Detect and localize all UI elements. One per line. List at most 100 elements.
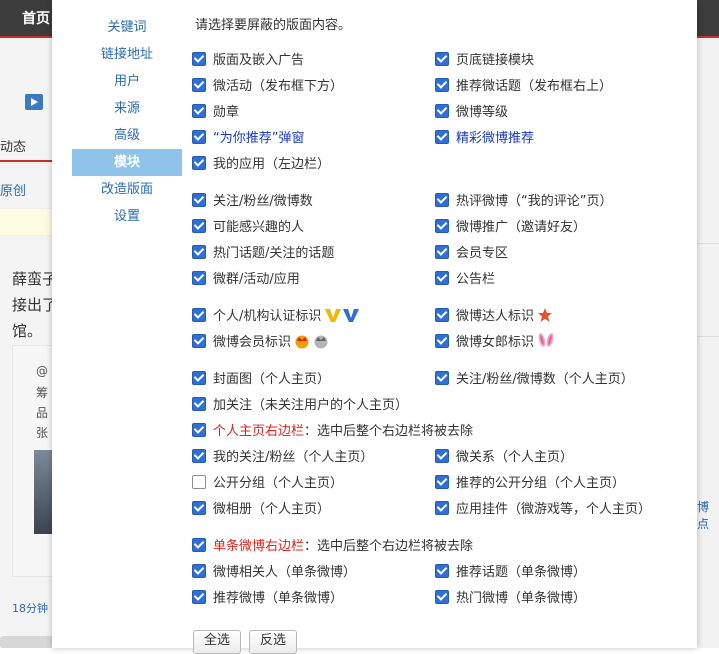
option-row[interactable]: 推荐的公开分组（个人主页）	[435, 474, 625, 494]
select-all-button[interactable]: 全选	[193, 630, 242, 654]
sidebar-item-keywords[interactable]: 关键词	[72, 14, 182, 41]
settings-sidebar: 关键词 链接地址 用户 来源 高级 模块 改造版面 设置	[72, 14, 182, 230]
checkbox[interactable]	[435, 308, 449, 322]
option-row[interactable]: 关注/粉丝/微博数	[192, 192, 313, 212]
checkbox[interactable]	[192, 193, 206, 207]
option-row[interactable]: 精彩微博推荐	[435, 129, 534, 149]
option-row[interactable]: 微关系（个人主页）	[435, 448, 573, 468]
checkbox[interactable]	[435, 193, 449, 207]
checkbox[interactable]	[192, 130, 206, 144]
sidebar-item-restyle[interactable]: 改造版面	[72, 176, 182, 203]
sidebar-item-advanced[interactable]: 高级	[72, 122, 182, 149]
option-row[interactable]: 会员专区	[435, 244, 508, 264]
option-row[interactable]: 页底链接模块	[435, 51, 534, 71]
quote-line: @	[36, 364, 48, 378]
feed-tab[interactable]: 动态	[0, 136, 26, 155]
checkbox[interactable]	[192, 423, 206, 437]
sidebar-item-users[interactable]: 用户	[72, 68, 182, 95]
checkbox[interactable]	[192, 501, 206, 515]
checkbox[interactable]	[192, 538, 206, 552]
checkbox[interactable]	[192, 564, 206, 578]
checkbox[interactable]	[192, 590, 206, 604]
checkbox[interactable]	[435, 371, 449, 385]
option-row[interactable]: 微相册（个人主页）	[192, 500, 330, 520]
option-row[interactable]: 微博会员标识	[192, 333, 330, 353]
option-row[interactable]: 推荐微博（单条微博）	[192, 589, 343, 609]
checkbox[interactable]	[192, 334, 206, 348]
option-label: 微关系（个人主页）	[456, 450, 574, 465]
home-tab[interactable]: 首页	[22, 8, 50, 28]
checkbox[interactable]	[435, 78, 449, 92]
option-row[interactable]: 封面图（个人主页）	[192, 370, 330, 390]
panel-instruction: 请选择要屏蔽的版面内容。	[195, 18, 352, 33]
option-row[interactable]: 推荐话题（单条微博）	[435, 563, 586, 583]
checkbox[interactable]	[192, 219, 206, 233]
checkbox[interactable]	[192, 156, 206, 170]
option-row[interactable]: 热门微博（单条微博）	[435, 589, 586, 609]
option-row[interactable]: 微博推广（邀请好友）	[435, 218, 586, 238]
checkbox[interactable]	[435, 334, 449, 348]
sidebar-item-settings[interactable]: 设置	[72, 203, 182, 230]
sidebar-item-links[interactable]: 链接地址	[72, 41, 182, 68]
section-description: ：选中后整个右边栏将被去除	[304, 424, 474, 439]
option-row[interactable]: 微博女郎标识	[435, 333, 555, 353]
checkbox[interactable]	[192, 78, 206, 92]
option-row[interactable]: 微博达人标识	[435, 307, 553, 327]
option-row[interactable]: 我的应用（左边栏）	[192, 155, 330, 175]
checkbox[interactable]	[192, 475, 206, 489]
option-row[interactable]: 热门话题/关注的话题	[192, 244, 334, 264]
option-row[interactable]: 微活动（发布框下方）	[192, 77, 343, 97]
checkbox[interactable]	[435, 52, 449, 66]
quote-line: 品	[36, 406, 49, 420]
option-row[interactable]: 应用挂件（微游戏等，个人主页）	[435, 500, 651, 520]
checkbox[interactable]	[192, 449, 206, 463]
option-row[interactable]: 版面及嵌入广告	[192, 51, 304, 71]
option-row[interactable]: 个人/机构认证标识	[192, 307, 360, 327]
checkbox[interactable]	[192, 397, 206, 411]
option-row-sidebar-toggle[interactable]: 个人主页右边栏：选中后整个右边栏将被去除	[192, 422, 473, 442]
option-label: 微博等级	[456, 105, 509, 120]
checkbox[interactable]	[435, 564, 449, 578]
sidebar-item-modules[interactable]: 模块	[72, 149, 182, 176]
section-description: ：选中后整个右边栏将被去除	[304, 539, 474, 554]
checkbox[interactable]	[435, 104, 449, 118]
post-timestamp[interactable]: 18分钟	[12, 600, 48, 616]
checkbox[interactable]	[192, 371, 206, 385]
option-row[interactable]: 关注/粉丝/微博数（个人主页）	[435, 370, 634, 390]
checkbox[interactable]	[192, 104, 206, 118]
checkbox[interactable]	[435, 271, 449, 285]
block-settings-dialog: 关键词 链接地址 用户 来源 高级 模块 改造版面 设置 请选择要屏蔽的版面内容…	[52, 0, 697, 654]
right-column-text[interactable]: 博点	[697, 498, 719, 532]
post-thumbnail[interactable]	[34, 450, 52, 534]
checkbox[interactable]	[192, 271, 206, 285]
sidebar-item-sources[interactable]: 来源	[72, 95, 182, 122]
option-row[interactable]: 微博相关人（单条微博）	[192, 563, 356, 583]
option-row-sidebar-toggle[interactable]: 单条微博右边栏：选中后整个右边栏将被去除	[192, 537, 473, 557]
option-row[interactable]: 微群/活动/应用	[192, 270, 300, 290]
checkbox[interactable]	[435, 475, 449, 489]
option-row[interactable]: 热评微博（“我的评论”页）	[435, 192, 612, 212]
option-row[interactable]: 推荐微话题（发布框右上）	[435, 77, 612, 97]
checkbox[interactable]	[435, 590, 449, 604]
option-row[interactable]: “为你推荐”弹窗	[192, 129, 304, 149]
option-row[interactable]: 公告栏	[435, 270, 495, 290]
play-icon[interactable]	[25, 94, 43, 110]
option-row[interactable]: 公开分组（个人主页）	[192, 474, 343, 494]
checkbox[interactable]	[435, 245, 449, 259]
original-filter-link[interactable]: 原创	[0, 180, 26, 199]
checkbox[interactable]	[192, 245, 206, 259]
checkbox[interactable]	[435, 501, 449, 515]
option-row[interactable]: 勋章	[192, 103, 239, 123]
checkbox[interactable]	[435, 449, 449, 463]
option-row[interactable]: 可能感兴趣的人	[192, 218, 304, 238]
invert-selection-button[interactable]: 反选	[249, 630, 298, 654]
option-label: 应用挂件（微游戏等，个人主页）	[456, 502, 652, 517]
checkbox[interactable]	[192, 308, 206, 322]
option-row[interactable]: 加关注（未关注用户的个人主页）	[192, 396, 408, 416]
modules-panel: 请选择要屏蔽的版面内容。 版面及嵌入广告 页底链接模块 微活动（发布框下方） 推…	[192, 0, 692, 654]
checkbox[interactable]	[192, 52, 206, 66]
checkbox[interactable]	[435, 130, 449, 144]
option-row[interactable]: 我的关注/粉丝（个人主页）	[192, 448, 373, 468]
option-row[interactable]: 微博等级	[435, 103, 508, 123]
checkbox[interactable]	[435, 219, 449, 233]
